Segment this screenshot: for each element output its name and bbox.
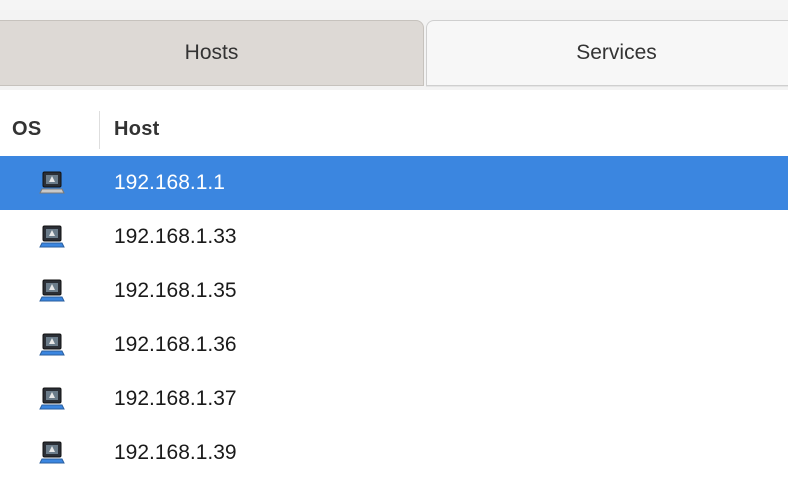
os-unknown-icon [39,170,65,196]
host-cell: 192.168.1.39 [114,441,237,464]
hosts-table: OS Host 192.168.1.1 192.168.1.33 192.168… [0,90,788,470]
table-body: 192.168.1.1 192.168.1.33 192.168.1.35 19… [0,156,788,480]
os-cell [32,318,72,372]
table-header: OS Host [0,107,788,151]
tab-bar: Hosts Services [0,10,788,90]
host-cell: 192.168.1.36 [114,333,237,356]
column-separator[interactable] [99,111,100,149]
top-strip [0,0,788,10]
os-cell [32,264,72,318]
os-unknown-icon [39,224,65,250]
table-row[interactable]: 192.168.1.37 [0,372,788,426]
host-cell: 192.168.1.35 [114,279,237,302]
tab-services-label: Services [576,41,657,64]
table-row[interactable]: 192.168.1.36 [0,318,788,372]
table-row[interactable]: 192.168.1.35 [0,264,788,318]
column-header-os-label: OS [12,117,42,140]
table-row[interactable]: 192.168.1.1 [0,156,788,210]
os-unknown-icon [39,332,65,358]
host-cell: 192.168.1.1 [114,171,225,194]
tab-hosts-label: Hosts [184,41,239,64]
column-header-host-label: Host [114,117,160,140]
table-row[interactable]: 192.168.1.39 [0,426,788,480]
tab-hosts[interactable]: Hosts [0,20,424,86]
column-header-host[interactable]: Host [114,107,714,151]
os-cell [32,372,72,426]
tab-services[interactable]: Services [426,20,788,86]
os-unknown-icon [39,440,65,466]
table-row[interactable]: 192.168.1.33 [0,210,788,264]
os-unknown-icon [39,278,65,304]
host-cell: 192.168.1.37 [114,387,237,410]
os-unknown-icon [39,386,65,412]
os-cell [32,156,72,210]
os-cell [32,210,72,264]
host-cell: 192.168.1.33 [114,225,237,248]
os-cell [32,426,72,480]
column-header-os[interactable]: OS [12,107,96,151]
